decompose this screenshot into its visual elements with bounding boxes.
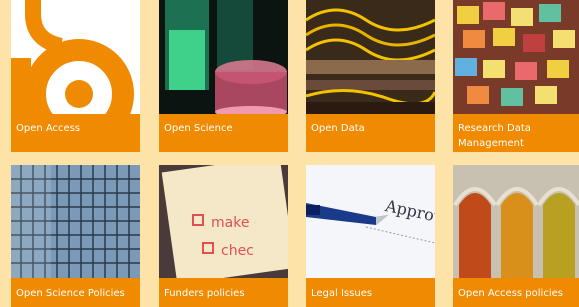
tile-label: Legal Issues	[311, 288, 373, 299]
checklist-notepad-image: make chec	[159, 165, 288, 278]
svg-text:chec: chec	[221, 243, 254, 259]
tile-research-data-management[interactable]: Research Data Management	[453, 0, 579, 152]
tile-legal-issues[interactable]: Approv Legal Issues	[306, 165, 435, 307]
lab-glassware-image	[159, 0, 288, 114]
tile-open-access[interactable]: Open Access	[11, 0, 140, 152]
pen-approval-document-image: Approv	[306, 165, 435, 278]
tile-open-access-policies[interactable]: Open Access policies	[453, 165, 579, 307]
topic-tile-grid: Open Access Open Science Open Data Resea…	[0, 0, 579, 307]
tile-label: Funders policies	[164, 288, 245, 299]
open-access-lock-icon	[11, 0, 140, 114]
arched-doors-image	[453, 165, 579, 278]
tile-open-data[interactable]: Open Data	[306, 0, 435, 152]
building-facade-image	[11, 165, 140, 278]
tile-open-science-policies[interactable]: Open Science Policies	[11, 165, 140, 307]
sticky-notes-image	[453, 0, 579, 114]
tile-label: Open Access policies	[458, 288, 563, 299]
tile-open-science[interactable]: Open Science	[159, 0, 288, 152]
tile-label: Open Data	[311, 123, 365, 134]
svg-text:make: make	[211, 215, 249, 231]
tile-label: Open Access	[16, 123, 81, 134]
network-cables-image	[306, 0, 435, 114]
tile-funders-policies[interactable]: make chec Funders policies	[159, 165, 288, 307]
tile-label: Research Data Management	[458, 123, 531, 149]
tile-label: Open Science Policies	[16, 288, 125, 299]
tile-label: Open Science	[164, 123, 233, 134]
